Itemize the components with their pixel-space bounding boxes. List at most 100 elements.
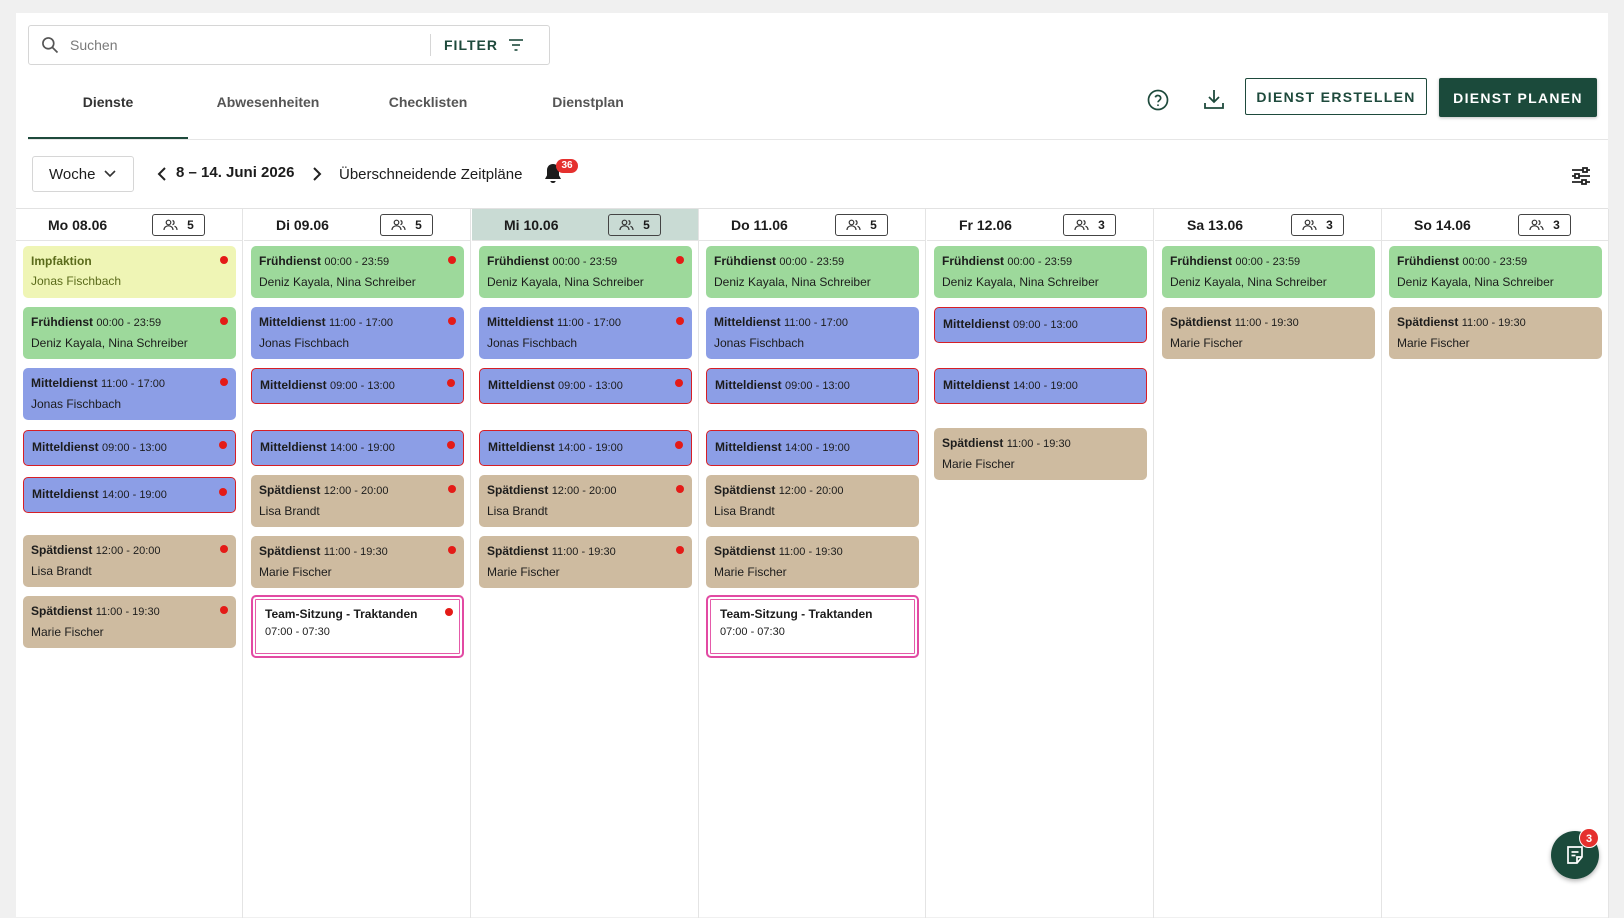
shift-card[interactable]: Mitteldienst 14:00 - 19:00 [934, 368, 1147, 404]
shift-title: Spätdienst [487, 483, 549, 497]
shift-time: 09:00 - 13:00 [330, 380, 395, 392]
shift-title: Mitteldienst [943, 317, 1010, 331]
users-icon [1529, 219, 1544, 231]
users-icon [846, 219, 861, 231]
staff-count: 5 [415, 218, 422, 232]
shift-card[interactable]: Frühdienst 00:00 - 23:59 Deniz Kayala, Ni… [251, 246, 464, 298]
shift-card[interactable]: Mitteldienst 09:00 - 13:00 [251, 368, 464, 404]
shift-card[interactable]: Mitteldienst 14:00 - 19:00 [479, 430, 692, 466]
sliders-icon[interactable] [1570, 165, 1592, 187]
shift-title: Mitteldienst [260, 378, 327, 392]
shift-card[interactable]: Spätdienst 11:00 - 19:30 Marie Fischer [1389, 307, 1602, 359]
filter-button[interactable]: FILTER [431, 37, 538, 53]
tab-checklisten[interactable]: Checklisten [348, 75, 508, 139]
shift-card[interactable]: Frühdienst 00:00 - 23:59 Deniz Kayala, Ni… [706, 246, 919, 298]
view-select[interactable]: Woche [32, 156, 134, 192]
shift-title-line: Frühdienst 00:00 - 23:59 [1170, 253, 1367, 270]
shift-title: Frühdienst [487, 254, 549, 268]
shift-people: Jonas Fischbach [31, 274, 122, 288]
shift-time: 00:00 - 23:59 [1007, 256, 1073, 268]
create-shift-button[interactable]: DIENST ERSTELLEN [1245, 78, 1427, 115]
shift-card[interactable]: Mitteldienst 09:00 - 13:00 [706, 368, 919, 404]
staff-count-button[interactable]: 3 [1063, 214, 1116, 236]
view-select-value: Woche [49, 165, 96, 183]
staff-count-button[interactable]: 3 [1518, 214, 1571, 236]
shift-title-line: Mitteldienst 11:00 - 17:00 [31, 375, 228, 392]
shift-card[interactable]: Spätdienst 12:00 - 20:00 Lisa Brandt [706, 475, 919, 527]
day-column: Mo 08.06 5 Impfaktion Jonas Fischbach Frühdi… [16, 209, 243, 918]
staff-count-button[interactable]: 5 [835, 214, 888, 236]
meeting-card[interactable]: Team-Sitzung - Traktanden 07:00 - 07:30 [251, 595, 464, 658]
shift-time: 14:00 - 19:00 [330, 442, 395, 454]
staff-count-button[interactable]: 5 [380, 214, 433, 236]
staff-count-button[interactable]: 5 [608, 214, 661, 236]
shift-card[interactable]: Spätdienst 11:00 - 19:30 Marie Fischer [1162, 307, 1375, 359]
download-icon[interactable] [1202, 87, 1226, 111]
shift-title-line: Spätdienst 12:00 - 20:00 [259, 482, 456, 499]
staff-count-button[interactable]: 3 [1291, 214, 1344, 236]
staff-count: 3 [1553, 218, 1560, 232]
alert-dot [447, 441, 455, 449]
shift-time: 11:00 - 19:30 [778, 546, 843, 558]
shift-title: Spätdienst [259, 544, 321, 558]
staff-count: 5 [643, 218, 650, 232]
shift-card[interactable]: Mitteldienst 09:00 - 13:00 [934, 307, 1147, 343]
shift-card[interactable]: Mitteldienst 11:00 - 17:00 Jonas Fischbac… [251, 307, 464, 359]
day-label: Mi 10.06 [504, 217, 559, 233]
meeting-card[interactable]: Team-Sitzung - Traktanden 07:00 - 07:30 [706, 595, 919, 658]
shift-time: 11:00 - 19:30 [1006, 438, 1071, 450]
search-input[interactable] [70, 37, 430, 53]
chevron-right-icon[interactable] [307, 165, 325, 183]
shift-card[interactable]: Mitteldienst 09:00 - 13:00 [23, 430, 236, 466]
meeting-time: 07:00 - 07:30 [265, 626, 330, 638]
alert-dot [448, 546, 456, 554]
shift-card[interactable]: Frühdienst 00:00 - 23:59 Deniz Kayala, Ni… [1389, 246, 1602, 298]
shift-card[interactable]: Impfaktion Jonas Fischbach [23, 246, 236, 298]
day-column: Mi 10.06 5 Frühdienst 00:00 - 23:59 Deniz K… [472, 209, 699, 918]
shift-time: 09:00 - 13:00 [1013, 319, 1078, 331]
day-column: Di 09.06 5 Frühdienst 00:00 - 23:59 Deniz K… [244, 209, 471, 918]
shift-card[interactable]: Spätdienst 12:00 - 20:00 Lisa Brandt [479, 475, 692, 527]
tab-abwesenheiten[interactable]: Abwesenheiten [188, 75, 348, 139]
shift-card[interactable]: Frühdienst 00:00 - 23:59 Deniz Kayala, Ni… [23, 307, 236, 359]
search-icon [42, 37, 59, 54]
alert-dot [448, 256, 456, 264]
shift-card[interactable]: Mitteldienst 11:00 - 17:00 Jonas Fischbac… [479, 307, 692, 359]
shift-time: 12:00 - 20:00 [95, 545, 161, 557]
overlapping-schedules-link[interactable]: Überschneidende Zeitpläne [339, 166, 522, 183]
shift-card[interactable]: Mitteldienst 14:00 - 19:00 [251, 430, 464, 466]
shift-title-line: Mitteldienst 14:00 - 19:00 [260, 439, 455, 456]
shift-card[interactable]: Spätdienst 12:00 - 20:00 Lisa Brandt [251, 475, 464, 527]
shift-card[interactable]: Mitteldienst 11:00 - 17:00 Jonas Fischbac… [706, 307, 919, 359]
shift-card[interactable]: Frühdienst 00:00 - 23:59 Deniz Kayala, Ni… [934, 246, 1147, 298]
shift-people: Deniz Kayala, Nina Schreiber [942, 275, 1099, 289]
help-circle-icon[interactable] [1146, 88, 1170, 112]
shift-card[interactable]: Frühdienst 00:00 - 23:59 Deniz Kayala, Ni… [1162, 246, 1375, 298]
shift-card[interactable]: Spätdienst 12:00 - 20:00 Lisa Brandt [23, 535, 236, 587]
shift-title: Frühdienst [31, 315, 93, 329]
shift-card[interactable]: Spätdienst 11:00 - 19:30 Marie Fischer [934, 428, 1147, 480]
notes-icon [1567, 846, 1583, 864]
day-header: Fr 12.06 3 [927, 209, 1153, 241]
shift-card[interactable]: Spätdienst 11:00 - 19:30 Marie Fischer [706, 536, 919, 588]
plan-shift-button[interactable]: DIENST PLANEN [1439, 78, 1597, 117]
staff-count-button[interactable]: 5 [152, 214, 205, 236]
tab-dienste[interactable]: Dienste [28, 75, 188, 139]
shift-card[interactable]: Spätdienst 11:00 - 19:30 Marie Fischer [251, 536, 464, 588]
shift-card[interactable]: Frühdienst 00:00 - 23:59 Deniz Kayala, Ni… [479, 246, 692, 298]
shift-title-line: Spätdienst 11:00 - 19:30 [487, 543, 684, 560]
shift-people: Marie Fischer [1170, 336, 1243, 350]
shift-time: 14:00 - 19:00 [785, 442, 850, 454]
shift-card[interactable]: Spätdienst 11:00 - 19:30 Marie Fischer [23, 596, 236, 648]
chevron-left-icon[interactable] [154, 165, 172, 183]
shift-card[interactable]: Spätdienst 11:00 - 19:30 Marie Fischer [479, 536, 692, 588]
shift-card[interactable]: Mitteldienst 11:00 - 17:00 Jonas Fischbac… [23, 368, 236, 420]
day-header: Di 09.06 5 [244, 209, 470, 241]
shift-card[interactable]: Mitteldienst 09:00 - 13:00 [479, 368, 692, 404]
shift-card[interactable]: Mitteldienst 14:00 - 19:00 [706, 430, 919, 466]
shift-card[interactable]: Mitteldienst 14:00 - 19:00 [23, 477, 236, 513]
shift-time: 00:00 - 23:59 [552, 256, 618, 268]
shift-title: Spätdienst [714, 544, 776, 558]
tab-dienstplan[interactable]: Dienstplan [508, 75, 668, 139]
shift-title-line: Mitteldienst 09:00 - 13:00 [260, 377, 455, 394]
